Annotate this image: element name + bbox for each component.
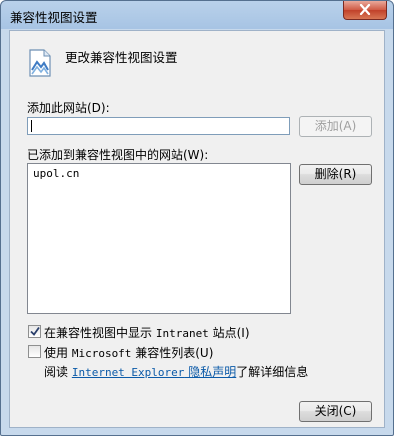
window-close-button[interactable] (343, 1, 387, 20)
privacy-link[interactable]: Internet Explorer 隐私声明 (72, 365, 236, 379)
title-bar[interactable]: 兼容性视图设置 (1, 1, 393, 29)
add-site-input[interactable] (27, 117, 290, 135)
intranet-checkbox[interactable] (28, 325, 41, 338)
site-list-label: 已添加到兼容性视图中的网站(W): (27, 148, 209, 162)
close-button[interactable]: 关闭(C) (299, 401, 372, 422)
privacy-text: 阅读 Internet Explorer 隐私声明了解详细信息 (44, 365, 309, 379)
microsoft-list-option-label[interactable]: 使用 Microsoft 兼容性列表(U) (44, 344, 213, 361)
checkmark-icon (30, 326, 40, 336)
add-site-label: 添加此网站(D): (27, 101, 110, 115)
remove-button[interactable]: 删除(R) (299, 164, 372, 185)
compatibility-view-icon (29, 49, 51, 77)
dialog-body: 更改兼容性视图设置 添加此网站(D): 添加(A) 已添加到兼容性视图中的网站(… (9, 30, 385, 428)
window-title: 兼容性视图设置 (10, 10, 98, 25)
dialog-window: 兼容性视图设置 更改兼容性视图设置 添加此网站(D): 添加(A) 已添加到兼容… (0, 0, 394, 436)
text-caret (31, 120, 32, 132)
site-list[interactable]: upol.cn (27, 163, 291, 314)
add-button[interactable]: 添加(A) (299, 116, 372, 137)
microsoft-list-checkbox[interactable] (28, 345, 41, 358)
list-item[interactable]: upol.cn (33, 167, 79, 180)
dialog-heading: 更改兼容性视图设置 (65, 50, 178, 65)
close-icon (359, 4, 371, 15)
intranet-option-label[interactable]: 在兼容性视图中显示 Intranet 站点(I) (44, 324, 250, 341)
